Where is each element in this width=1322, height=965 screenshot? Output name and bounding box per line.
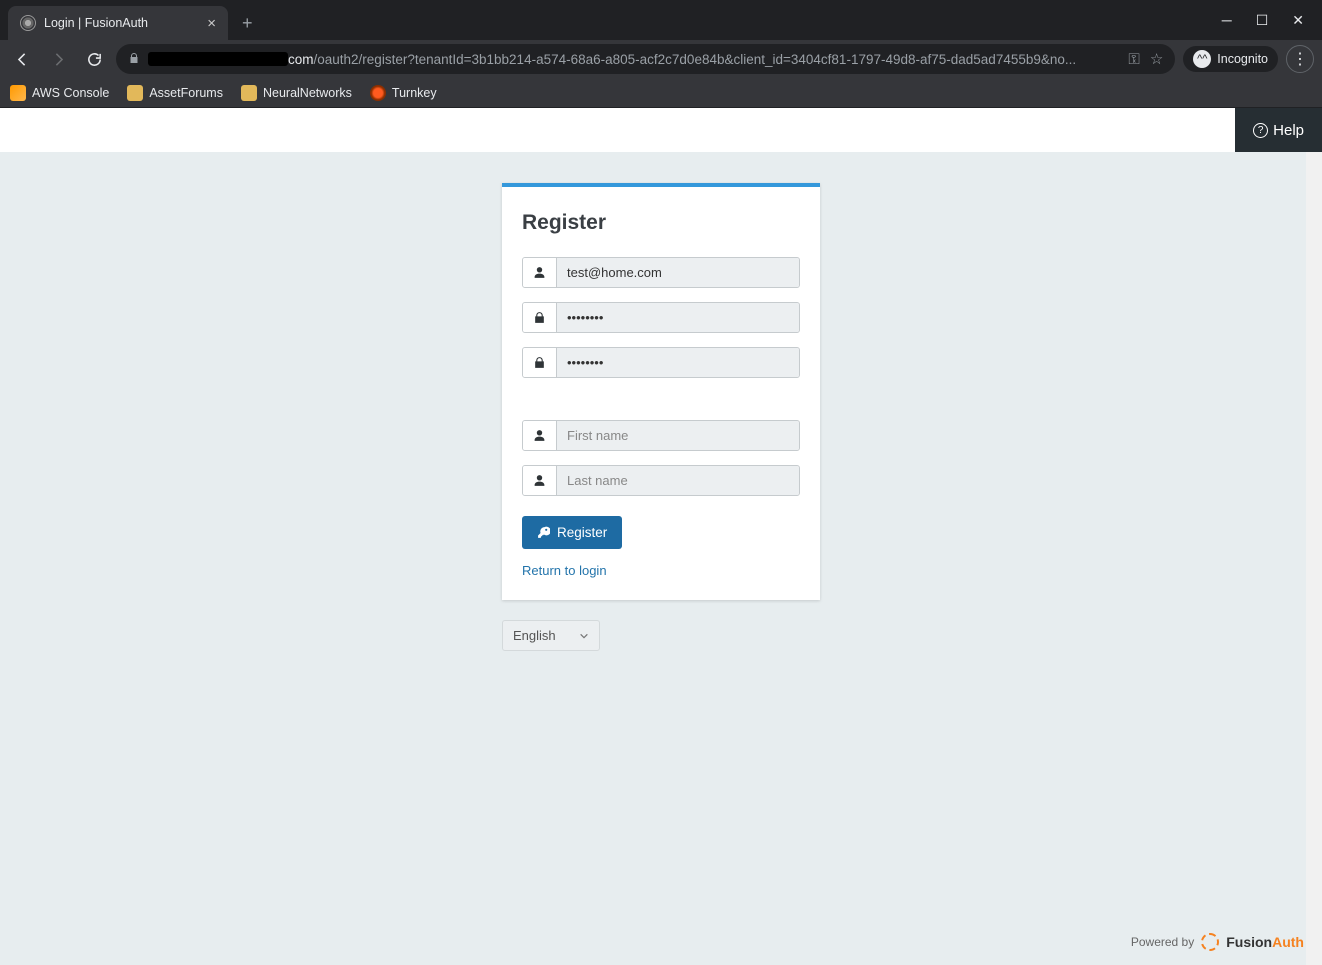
password-input[interactable] [557,303,799,332]
confirm-password-field-wrap [522,347,800,378]
fusionauth-wordmark: FusionAuth [1226,934,1304,950]
back-button[interactable] [8,45,36,73]
folder-icon [241,85,257,101]
user-icon [523,421,557,450]
firstname-input[interactable] [557,421,799,450]
browser-tab[interactable]: Login | FusionAuth × [8,6,228,40]
lock-icon [523,348,557,377]
bookmark-star-icon[interactable]: ☆ [1150,50,1163,68]
powered-by: Powered by FusionAuth [1131,933,1304,951]
chrome-menu-button[interactable]: ⋮ [1286,45,1314,73]
close-tab-icon[interactable]: × [207,15,216,32]
fusionauth-logo-icon [1201,933,1219,951]
tab-title: Login | FusionAuth [44,16,148,30]
confirm-password-input[interactable] [557,348,799,377]
folder-icon [127,85,143,101]
window-controls: ─ ☐ ✕ [1222,0,1322,40]
browser-titlebar: Login | FusionAuth × + ─ ☐ ✕ [0,0,1322,40]
email-field-wrap [522,257,800,288]
forward-button[interactable] [44,45,72,73]
aws-icon [10,85,26,101]
register-button[interactable]: Register [522,516,622,549]
language-select[interactable]: English [502,620,600,651]
new-tab-button[interactable]: + [228,13,263,40]
turnkey-icon [370,85,386,101]
address-bar[interactable]: com/oauth2/register?tenantId=3b1bb214-a5… [116,44,1175,74]
tab-favicon [20,15,36,31]
lock-icon [523,303,557,332]
close-window-icon[interactable]: ✕ [1292,12,1304,29]
lastname-field-wrap [522,465,800,496]
bookmark-assetforums[interactable]: AssetForums [127,85,223,101]
minimize-icon[interactable]: ─ [1222,12,1232,28]
browser-toolbar: com/oauth2/register?tenantId=3b1bb214-a5… [0,40,1322,78]
reload-button[interactable] [80,45,108,73]
return-to-login-link[interactable]: Return to login [522,563,800,578]
incognito-badge[interactable]: ^^ Incognito [1183,46,1278,72]
bookmarks-bar: AWS Console AssetForums NeuralNetworks T… [0,78,1322,108]
page-viewport: ? Help Register [0,108,1322,965]
bookmark-aws-console[interactable]: AWS Console [10,85,109,101]
firstname-field-wrap [522,420,800,451]
lastname-input[interactable] [557,466,799,495]
key-icon [537,526,550,539]
help-icon: ? [1253,123,1268,138]
incognito-icon: ^^ [1193,50,1211,68]
top-bar: ? Help [0,108,1322,152]
user-icon [523,466,557,495]
url-text: com/oauth2/register?tenantId=3b1bb214-a5… [148,52,1120,67]
help-button[interactable]: ? Help [1235,108,1322,152]
maximize-icon[interactable]: ☐ [1256,12,1269,29]
card-heading: Register [522,211,800,235]
password-field-wrap [522,302,800,333]
bookmark-turnkey[interactable]: Turnkey [370,85,437,101]
chevron-down-icon [579,631,589,641]
register-card: Register [502,183,820,600]
email-input[interactable] [557,258,799,287]
bookmark-neuralnetworks[interactable]: NeuralNetworks [241,85,352,101]
user-icon [523,258,557,287]
saved-password-icon[interactable]: ⚿ [1128,51,1139,68]
lock-icon [128,52,140,67]
